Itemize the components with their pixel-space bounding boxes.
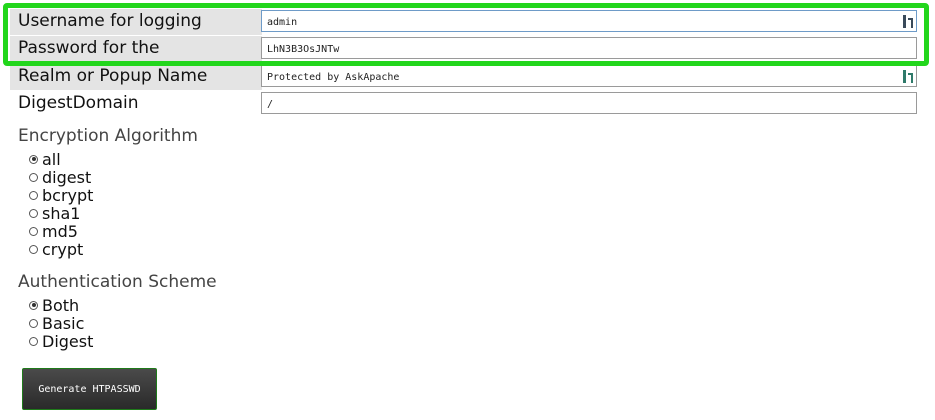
- password-input[interactable]: [261, 37, 917, 59]
- realm-input[interactable]: [261, 65, 917, 87]
- password-row: Password for the: [10, 36, 922, 62]
- radio-button[interactable]: [29, 172, 38, 182]
- radio-button[interactable]: [29, 208, 38, 218]
- auth-scheme-title: Authentication Scheme: [18, 272, 217, 292]
- username-label: Username for logging: [10, 9, 262, 35]
- radio-label: crypt: [42, 239, 84, 259]
- radio-button[interactable]: [29, 336, 38, 346]
- radio-option-digest[interactable]: digest: [29, 167, 93, 187]
- radio-button[interactable]: [29, 244, 38, 254]
- radio-option-basic[interactable]: Basic: [29, 313, 93, 333]
- radio-button[interactable]: [29, 154, 38, 164]
- radio-option-all[interactable]: all: [29, 149, 93, 169]
- radio-label: digest: [42, 167, 92, 187]
- encryption-title: Encryption Algorithm: [18, 126, 198, 146]
- radio-option-md5[interactable]: md5: [29, 221, 93, 241]
- password-manager-icon[interactable]: [903, 15, 913, 28]
- digest-domain-label: DigestDomain: [18, 93, 139, 113]
- radio-button[interactable]: [29, 190, 38, 200]
- radio-option-both[interactable]: Both: [29, 295, 93, 315]
- digest-domain-row: DigestDomain: [10, 91, 922, 117]
- username-row: Username for logging: [10, 9, 922, 35]
- realm-row: Realm or Popup Name: [10, 64, 922, 90]
- radio-option-digest-scheme[interactable]: Digest: [29, 331, 94, 351]
- password-manager-icon[interactable]: [903, 70, 913, 83]
- radio-button[interactable]: [29, 300, 38, 310]
- radio-label: sha1: [42, 203, 81, 223]
- radio-label: bcrypt: [42, 185, 94, 205]
- radio-label: md5: [42, 221, 78, 241]
- radio-button[interactable]: [29, 226, 38, 236]
- radio-label: Basic: [42, 313, 85, 333]
- radio-label: all: [42, 149, 61, 169]
- digest-domain-input[interactable]: [261, 92, 917, 114]
- username-input[interactable]: [261, 10, 917, 32]
- realm-label: Realm or Popup Name: [10, 64, 262, 90]
- password-label: Password for the: [10, 36, 262, 62]
- auth-scheme-options: Both Basic Digest: [29, 295, 94, 351]
- radio-option-sha1[interactable]: sha1: [29, 203, 93, 223]
- radio-option-crypt[interactable]: crypt: [29, 239, 93, 259]
- radio-option-bcrypt[interactable]: bcrypt: [29, 185, 94, 205]
- encryption-options: all digest bcrypt sha1 md5 crypt: [29, 149, 94, 259]
- radio-label: Digest: [42, 331, 94, 351]
- radio-label: Both: [42, 295, 80, 315]
- generate-htpasswd-button[interactable]: Generate HTPASSWD: [22, 368, 157, 410]
- radio-button[interactable]: [29, 318, 38, 328]
